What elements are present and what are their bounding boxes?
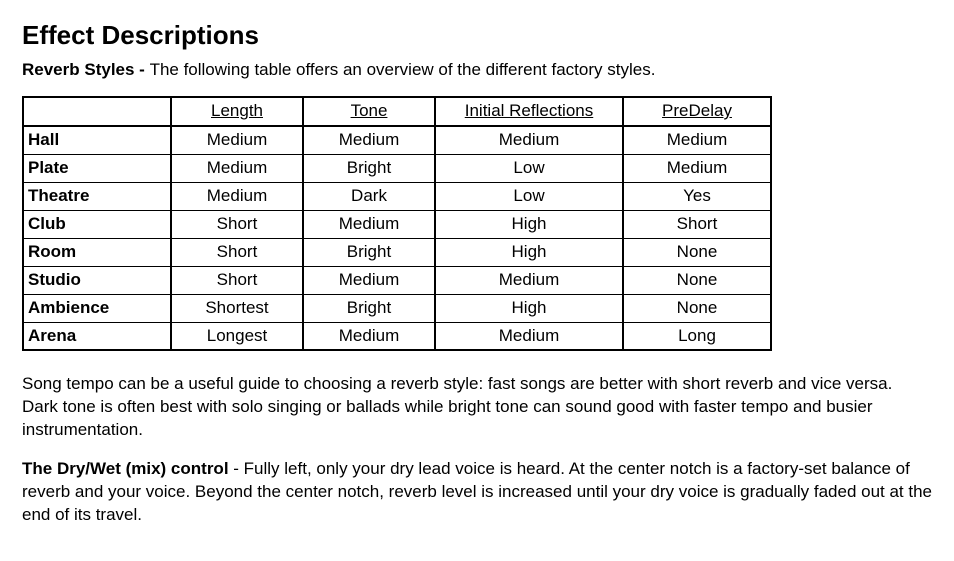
cell-ir: High	[435, 294, 623, 322]
col-header-predelay: PreDelay	[623, 97, 771, 126]
intro-paragraph: Reverb Styles - The following table offe…	[22, 59, 932, 82]
cell-length: Short	[171, 266, 303, 294]
col-header-tone: Tone	[303, 97, 435, 126]
style-name-cell: Plate	[23, 154, 171, 182]
style-name-cell: Arena	[23, 322, 171, 350]
cell-tone: Bright	[303, 294, 435, 322]
table-row: ArenaLongestMediumMediumLong	[23, 322, 771, 350]
cell-ir: High	[435, 238, 623, 266]
tempo-paragraph: Song tempo can be a useful guide to choo…	[22, 373, 932, 442]
cell-tone: Medium	[303, 126, 435, 154]
cell-pd: Yes	[623, 182, 771, 210]
style-name-cell: Ambience	[23, 294, 171, 322]
cell-pd: Medium	[623, 154, 771, 182]
cell-length: Medium	[171, 126, 303, 154]
cell-length: Shortest	[171, 294, 303, 322]
cell-tone: Medium	[303, 210, 435, 238]
cell-length: Short	[171, 238, 303, 266]
cell-pd: Medium	[623, 126, 771, 154]
table-row: RoomShortBrightHighNone	[23, 238, 771, 266]
style-name-cell: Studio	[23, 266, 171, 294]
cell-ir: Low	[435, 182, 623, 210]
table-row: AmbienceShortestBrightHighNone	[23, 294, 771, 322]
cell-tone: Bright	[303, 238, 435, 266]
cell-pd: None	[623, 294, 771, 322]
cell-tone: Medium	[303, 322, 435, 350]
intro-text: The following table offers an overview o…	[150, 60, 656, 79]
reverb-styles-table: Length Tone Initial Reflections PreDelay…	[22, 96, 772, 351]
intro-lead: Reverb Styles -	[22, 60, 150, 79]
table-row: ClubShortMediumHighShort	[23, 210, 771, 238]
cell-ir: Medium	[435, 266, 623, 294]
style-name-cell: Room	[23, 238, 171, 266]
table-row: TheatreMediumDarkLowYes	[23, 182, 771, 210]
col-header-initial-reflections: Initial Reflections	[435, 97, 623, 126]
cell-tone: Dark	[303, 182, 435, 210]
col-header-style	[23, 97, 171, 126]
cell-ir: Low	[435, 154, 623, 182]
cell-tone: Bright	[303, 154, 435, 182]
drywet-lead: The Dry/Wet (mix) control	[22, 459, 229, 478]
cell-pd: None	[623, 238, 771, 266]
cell-ir: High	[435, 210, 623, 238]
cell-length: Longest	[171, 322, 303, 350]
drywet-paragraph: The Dry/Wet (mix) control - Fully left, …	[22, 458, 932, 527]
table-row: StudioShortMediumMediumNone	[23, 266, 771, 294]
cell-ir: Medium	[435, 322, 623, 350]
style-name-cell: Hall	[23, 126, 171, 154]
cell-pd: Long	[623, 322, 771, 350]
cell-length: Medium	[171, 154, 303, 182]
table-row: PlateMediumBrightLowMedium	[23, 154, 771, 182]
style-name-cell: Club	[23, 210, 171, 238]
page-title: Effect Descriptions	[22, 18, 932, 53]
col-header-length: Length	[171, 97, 303, 126]
style-name-cell: Theatre	[23, 182, 171, 210]
cell-length: Short	[171, 210, 303, 238]
table-row: HallMediumMediumMediumMedium	[23, 126, 771, 154]
cell-pd: None	[623, 266, 771, 294]
cell-ir: Medium	[435, 126, 623, 154]
cell-tone: Medium	[303, 266, 435, 294]
cell-pd: Short	[623, 210, 771, 238]
cell-length: Medium	[171, 182, 303, 210]
table-header-row: Length Tone Initial Reflections PreDelay	[23, 97, 771, 126]
